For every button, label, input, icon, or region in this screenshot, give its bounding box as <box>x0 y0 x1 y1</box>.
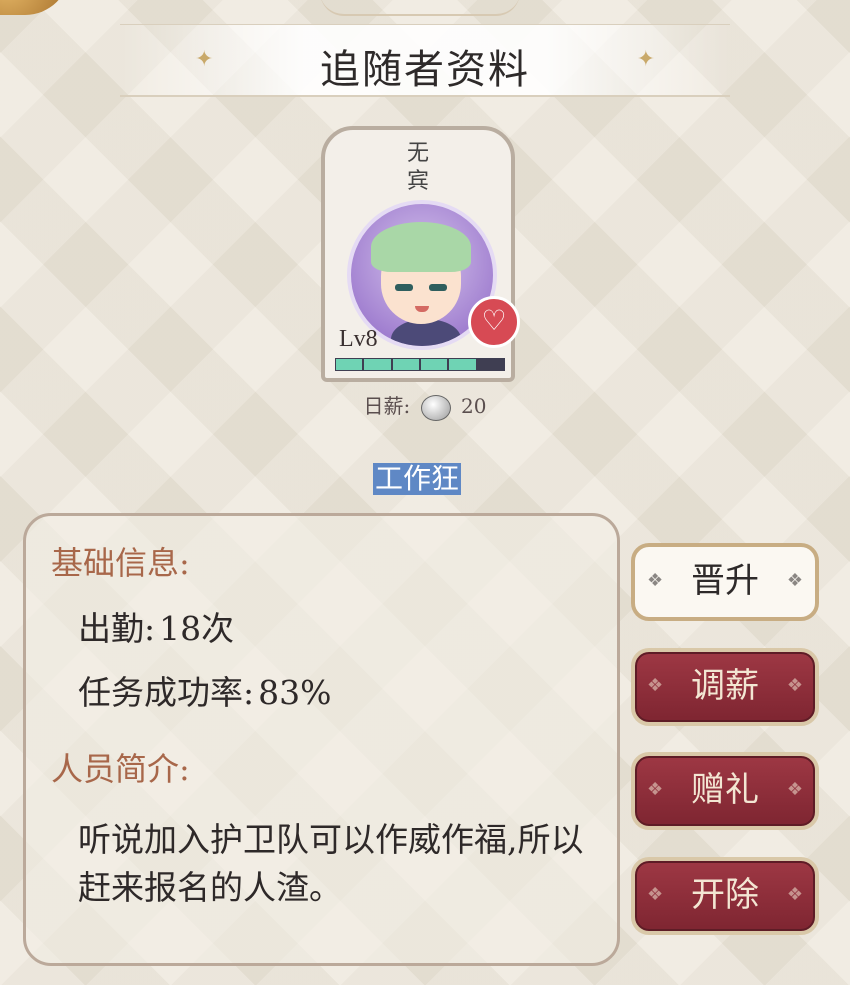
exp-segment <box>336 359 363 370</box>
daily-salary: 日薪: 20 <box>340 390 510 421</box>
intro-text: 听说加入护卫队可以作威作福,所以赶来报名的人渣。 <box>78 820 584 907</box>
coin-icon <box>420 394 451 421</box>
button-ornament-icon: ❖ <box>647 779 664 800</box>
exp-bar <box>335 358 505 371</box>
top-flourish <box>320 0 520 16</box>
exp-segment <box>392 359 419 370</box>
info-panel: 基础信息: 出勤: 18次 任务成功率: 83% 人员简介: 听说加入护卫队可以作威… <box>23 513 620 966</box>
attendance-value: 18次 <box>159 609 235 648</box>
success-rate-value: 83% <box>258 673 332 712</box>
trait-badge[interactable]: 工作狂 <box>373 463 462 495</box>
button-ornament-icon: ❖ <box>786 570 803 591</box>
portrait-eye <box>395 284 413 291</box>
intro-title: 人员简介: <box>51 750 190 788</box>
basic-info-title: 基础信息: <box>51 544 190 582</box>
attendance-row: 出勤: 18次 <box>78 602 234 650</box>
dismiss-button[interactable]: ❖ 开除 ❖ <box>631 857 819 935</box>
button-ornament-icon: ❖ <box>786 779 803 800</box>
button-ornament-icon: ❖ <box>647 570 664 591</box>
button-ornament-icon: ❖ <box>786 675 803 696</box>
button-ornament-icon: ❖ <box>647 675 664 696</box>
title-bar: ✦ 追随者资料 ✦ <box>120 24 730 97</box>
promote-button[interactable]: ❖ 晋升 ❖ <box>631 543 819 621</box>
button-ornament-icon: ❖ <box>786 884 803 905</box>
gift-button-label: 赠礼 <box>691 770 759 810</box>
portrait-hair <box>371 222 471 272</box>
success-rate-label: 任务成功率: <box>78 673 255 712</box>
salary-value: 20 <box>461 394 487 418</box>
dismiss-button-label: 开除 <box>691 875 759 915</box>
follower-card[interactable]: 无宾 ♡ Lv8 <box>321 126 520 382</box>
exp-segment <box>449 359 476 370</box>
exp-segment <box>420 359 448 370</box>
level-label: Lv8 <box>339 326 378 352</box>
follower-name: 无宾 <box>406 141 429 194</box>
sparkle-icon: ✦ <box>636 47 655 72</box>
heart-icon[interactable]: ♡ <box>468 296 520 348</box>
exp-segment <box>477 359 504 370</box>
portrait-mouth <box>415 306 429 312</box>
adjust-salary-button-label: 调薪 <box>691 666 759 706</box>
gift-button[interactable]: ❖ 赠礼 ❖ <box>631 752 819 830</box>
portrait-eye <box>429 284 447 291</box>
success-rate-row: 任务成功率: 83% <box>78 666 331 714</box>
corner-ornament <box>0 0 70 15</box>
exp-segment <box>364 359 391 370</box>
adjust-salary-button[interactable]: ❖ 调薪 ❖ <box>631 648 819 726</box>
button-ornament-icon: ❖ <box>647 884 664 905</box>
attendance-label: 出勤: <box>78 609 156 648</box>
promote-button-label: 晋升 <box>691 561 759 601</box>
salary-label: 日薪: <box>363 394 411 418</box>
